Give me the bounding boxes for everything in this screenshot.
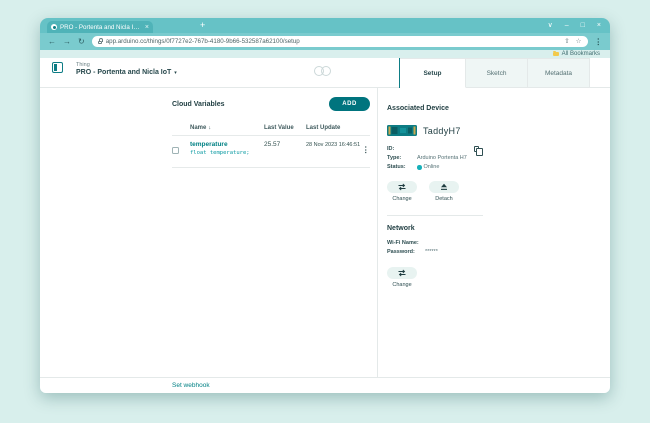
detach-icon (439, 183, 449, 191)
share-icon[interactable]: ⇧ (564, 37, 569, 47)
online-status-icon (417, 165, 422, 170)
change-network-button[interactable] (387, 267, 417, 279)
network-title: Network (387, 225, 610, 232)
tab-search-icon[interactable]: ∨ (548, 19, 553, 32)
window-controls: ∨ – □ × (548, 19, 601, 32)
chevron-down-icon: ▾ (174, 70, 177, 76)
url-bar[interactable]: app.arduino.cc/things/0f7727e2-767b-4180… (92, 36, 588, 47)
arduino-favicon-icon (51, 24, 57, 30)
device-id-label: ID: (387, 145, 413, 154)
device-type-value: Arduino Portenta H7 (417, 154, 467, 163)
breadcrumb: Thing PRO - Portenta and Nicla IoT ▾ (76, 62, 177, 76)
arduino-logo-icon (314, 66, 331, 76)
change-network-label: Change (392, 282, 411, 288)
browser-toolbar: ← → ↻ app.arduino.cc/things/0f7727e2-767… (40, 33, 610, 50)
bookmark-star-icon[interactable]: ☆ (576, 37, 582, 47)
browser-window: PRO - Portenta and Nicla IoT Th × + ∨ – … (40, 18, 610, 393)
change-device-button[interactable] (387, 181, 417, 193)
device-type-label: Type: (387, 154, 413, 163)
variable-name-link[interactable]: temperature (190, 141, 264, 148)
breadcrumb-label: Thing (76, 62, 177, 68)
device-name: TaddyH7 (423, 126, 461, 136)
forward-icon[interactable]: → (63, 38, 71, 46)
section-divider (387, 215, 483, 216)
cloud-variables-panel: Cloud Variables ADD Name ↓ Last Value La… (40, 88, 378, 377)
browser-tab[interactable]: PRO - Portenta and Nicla IoT Th × (47, 21, 153, 33)
maximize-button[interactable]: □ (581, 19, 585, 32)
device-panel: Associated Device TaddyH7 ID: (378, 88, 610, 377)
change-device-label: Change (392, 196, 411, 202)
wifi-name-label: Wi-Fi Name: (387, 239, 421, 248)
sort-arrow-icon[interactable]: ↓ (208, 125, 211, 131)
variables-table: Name ↓ Last Value Last Update temperatur… (172, 121, 370, 168)
swap-icon (397, 183, 407, 191)
page-footer: Set webhook (40, 377, 610, 393)
url-text[interactable]: app.arduino.cc/things/0f7727e2-767b-4180… (106, 38, 300, 45)
page-tabs: Setup Sketch Metadata (399, 58, 590, 88)
associated-device-title: Associated Device (387, 105, 449, 112)
password-label: Password: (387, 248, 421, 257)
bookmarks-folder-icon[interactable] (553, 52, 559, 57)
main-area: Cloud Variables ADD Name ↓ Last Value La… (40, 88, 610, 377)
back-icon[interactable]: ← (48, 38, 56, 46)
table-row: temperature float temperature; 25.57 28 … (172, 136, 370, 168)
tab-setup[interactable]: Setup (400, 58, 466, 88)
column-name[interactable]: Name (190, 125, 206, 131)
network-actions: Change (387, 267, 610, 288)
row-menu-icon[interactable]: ⋮ (362, 146, 370, 154)
add-variable-button[interactable]: ADD (329, 97, 370, 111)
column-last-value: Last Value (264, 125, 306, 131)
urlbar-actions: ⇧ ☆ (564, 37, 581, 47)
browser-menu-icon[interactable]: ⋮ (595, 37, 603, 46)
close-tab-icon[interactable]: × (145, 24, 149, 31)
minimize-button[interactable]: – (565, 19, 569, 32)
reload-icon[interactable]: ↻ (78, 38, 85, 46)
detach-device-label: Detach (435, 196, 452, 202)
board-image (387, 124, 417, 137)
all-bookmarks-label[interactable]: All Bookmarks (562, 51, 600, 57)
device-row: TaddyH7 (387, 124, 610, 137)
sidebar-toggle-icon[interactable] (52, 62, 63, 73)
browser-titlebar: PRO - Portenta and Nicla IoT Th × + ∨ – … (40, 18, 610, 33)
device-fields: ID: Type: Arduino Portenta H7 Status: On… (387, 145, 479, 172)
swap-icon (397, 269, 407, 277)
column-last-update: Last Update (306, 125, 362, 131)
password-value: ****** (425, 248, 438, 257)
variable-declaration: float temperature; (190, 150, 264, 156)
row-checkbox[interactable] (172, 147, 179, 154)
device-actions: Change Detach (387, 181, 610, 202)
cloud-variables-title: Cloud Variables (172, 101, 225, 108)
tab-title: PRO - Portenta and Nicla IoT Th (60, 24, 142, 31)
device-status-value: Online (424, 163, 440, 172)
detach-device-button[interactable] (429, 181, 459, 193)
bookmarks-bar: All Bookmarks (40, 50, 610, 58)
tab-sketch[interactable]: Sketch (466, 58, 528, 88)
close-window-button[interactable]: × (597, 19, 601, 32)
set-webhook-link[interactable]: Set webhook (172, 382, 210, 389)
new-tab-button[interactable]: + (200, 20, 205, 31)
app-header: Thing PRO - Portenta and Nicla IoT ▾ Set… (40, 58, 610, 88)
tab-metadata[interactable]: Metadata (528, 58, 590, 88)
table-header-row: Name ↓ Last Value Last Update (172, 121, 370, 136)
copy-icon[interactable] (474, 146, 479, 152)
page-content: Thing PRO - Portenta and Nicla IoT ▾ Set… (40, 58, 610, 393)
variable-last-update: 28 Nov 2023 16:46:51 (306, 141, 362, 148)
variable-last-value: 25.57 (264, 141, 306, 148)
lock-icon (98, 41, 102, 45)
network-fields: Wi-Fi Name: Password: ****** (387, 239, 479, 257)
thing-name: PRO - Portenta and Nicla IoT (76, 69, 171, 76)
device-status-label: Status: (387, 163, 413, 172)
thing-name-dropdown[interactable]: PRO - Portenta and Nicla IoT ▾ (76, 69, 177, 76)
